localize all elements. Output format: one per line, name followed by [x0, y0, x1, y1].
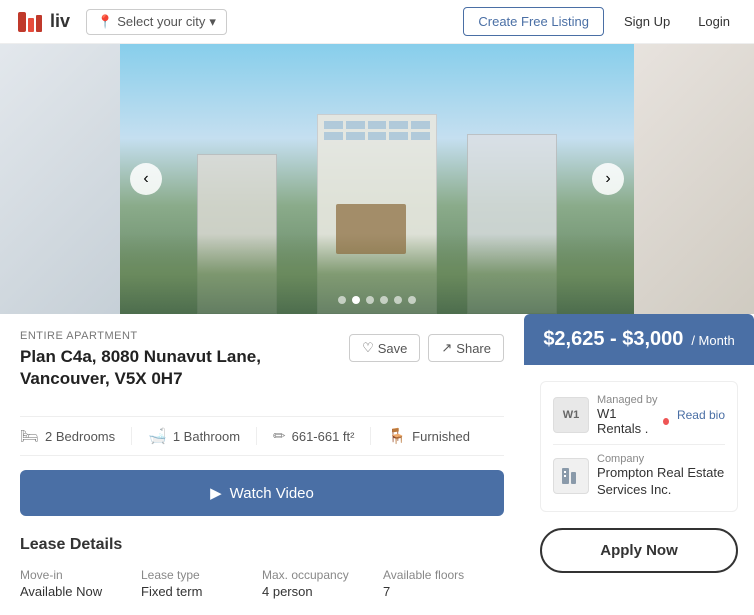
amenity-bedrooms-text: 2 Bedrooms: [45, 429, 115, 444]
price-header: $2,625 - $3,000 / Month: [524, 314, 754, 365]
lease-details-title: Lease Details: [20, 536, 504, 554]
logo-icon: [16, 8, 44, 36]
logo: liv: [16, 8, 70, 36]
image-carousel: ‹ ›: [0, 44, 754, 314]
sidebar-panel: $2,625 - $3,000 / Month W1 Managed by W1…: [524, 314, 754, 615]
max-occupancy-value: 4 person: [262, 584, 383, 599]
create-listing-button[interactable]: Create Free Listing: [463, 7, 604, 36]
available-floors-value: 7: [383, 584, 504, 599]
heart-icon: ♡: [362, 340, 374, 356]
carousel-next-button[interactable]: ›: [592, 163, 624, 195]
available-floors-column: Available floors 7: [383, 568, 504, 599]
max-occupancy-column: Max. occupancy 4 person: [262, 568, 383, 599]
carousel-prev-button[interactable]: ‹: [130, 163, 162, 195]
chair-icon: 🪑: [387, 427, 406, 445]
price-range: $2,625 - $3,000: [543, 328, 683, 350]
building-icon: [559, 464, 583, 488]
signup-button[interactable]: Sign Up: [616, 10, 678, 33]
login-button[interactable]: Login: [690, 10, 738, 33]
city-selector-text: Select your city: [117, 14, 205, 29]
amenity-furnished-text: Furnished: [412, 429, 470, 444]
save-button[interactable]: ♡ Save: [349, 334, 420, 362]
share-label: Share: [456, 341, 491, 356]
company-name: Prompton Real Estate Services Inc.: [597, 465, 725, 499]
listing-actions: ♡ Save ↗ Share: [349, 334, 504, 362]
online-status-dot: [663, 418, 669, 425]
listing-header: ENTIRE APARTMENT Plan C4a, 8080 Nunavut …: [20, 330, 349, 402]
carousel-left-image: [0, 44, 120, 314]
manager-name-text: W1 Rentals .: [597, 406, 659, 436]
header-right: Create Free Listing Sign Up Login: [463, 7, 738, 36]
company-label: Company: [597, 453, 725, 465]
lease-grid: Move-in Available Now Lease type Fixed t…: [20, 568, 504, 599]
amenity-size: ✏ 661-661 ft²: [273, 427, 371, 445]
city-selector[interactable]: 📍 Select your city ▾: [86, 9, 227, 35]
amenity-bedrooms: 🛏 2 Bedrooms: [20, 427, 132, 445]
listing-details: ENTIRE APARTMENT Plan C4a, 8080 Nunavut …: [0, 314, 524, 615]
carousel-dot-4[interactable]: [380, 296, 388, 304]
share-icon: ↗: [441, 340, 452, 356]
watch-video-button[interactable]: ▶ Watch Video: [20, 470, 504, 516]
company-info: Company Prompton Real Estate Services In…: [597, 453, 725, 499]
video-icon: ▶: [210, 484, 222, 502]
listing-type: ENTIRE APARTMENT: [20, 330, 349, 342]
company-row: Company Prompton Real Estate Services In…: [553, 444, 725, 499]
manager-row: W1 Managed by W1 Rentals . Read bio: [553, 394, 725, 436]
header-left: liv 📍 Select your city ▾: [16, 8, 227, 36]
header: liv 📍 Select your city ▾ Create Free Lis…: [0, 0, 754, 44]
lease-type-column: Lease type Fixed term: [141, 568, 262, 599]
move-in-value: Available Now: [20, 584, 141, 599]
share-button[interactable]: ↗ Share: [428, 334, 504, 362]
lease-type-label: Lease type: [141, 568, 262, 582]
carousel-dot-6[interactable]: [408, 296, 416, 304]
carousel-dot-5[interactable]: [394, 296, 402, 304]
watch-video-label: Watch Video: [230, 485, 314, 502]
listing-title: Plan C4a, 8080 Nunavut Lane, Vancouver, …: [20, 346, 349, 390]
chevron-down-icon: ▾: [209, 14, 216, 30]
carousel-right-image: [634, 44, 754, 314]
location-icon: 📍: [97, 14, 113, 30]
price-period: / Month: [691, 333, 734, 348]
available-floors-label: Available floors: [383, 568, 504, 582]
amenity-bathrooms-text: 1 Bathroom: [173, 429, 240, 444]
carousel-dot-1[interactable]: [338, 296, 346, 304]
bed-icon: 🛏: [20, 427, 39, 445]
carousel-dots: [338, 296, 416, 304]
manager-name: W1 Rentals .: [597, 406, 669, 436]
amenity-size-text: 661-661 ft²: [292, 429, 355, 444]
ruler-icon: ✏: [273, 427, 286, 445]
carousel-main-image: [120, 44, 634, 314]
amenities-bar: 🛏 2 Bedrooms 🛁 1 Bathroom ✏ 661-661 ft² …: [20, 416, 504, 456]
amenity-bathrooms: 🛁 1 Bathroom: [148, 427, 257, 445]
apply-now-button[interactable]: Apply Now: [540, 528, 738, 573]
move-in-column: Move-in Available Now: [20, 568, 141, 599]
manager-avatar: W1: [553, 397, 589, 433]
carousel-dot-2[interactable]: [352, 296, 360, 304]
managed-by-label: Managed by: [597, 394, 669, 406]
save-label: Save: [378, 341, 408, 356]
avatar-text: W1: [563, 409, 580, 421]
company-icon: [553, 458, 589, 494]
manager-info: Managed by W1 Rentals .: [597, 394, 669, 436]
bath-icon: 🛁: [148, 427, 167, 445]
amenity-furnished: 🪑 Furnished: [387, 427, 486, 445]
move-in-label: Move-in: [20, 568, 141, 582]
lease-type-value: Fixed term: [141, 584, 262, 599]
max-occupancy-label: Max. occupancy: [262, 568, 383, 582]
manager-card: W1 Managed by W1 Rentals . Read bio: [540, 381, 738, 512]
logo-text: liv: [50, 11, 70, 32]
main-content: ENTIRE APARTMENT Plan C4a, 8080 Nunavut …: [0, 314, 754, 615]
read-bio-link[interactable]: Read bio: [677, 408, 725, 422]
carousel-dot-3[interactable]: [366, 296, 374, 304]
